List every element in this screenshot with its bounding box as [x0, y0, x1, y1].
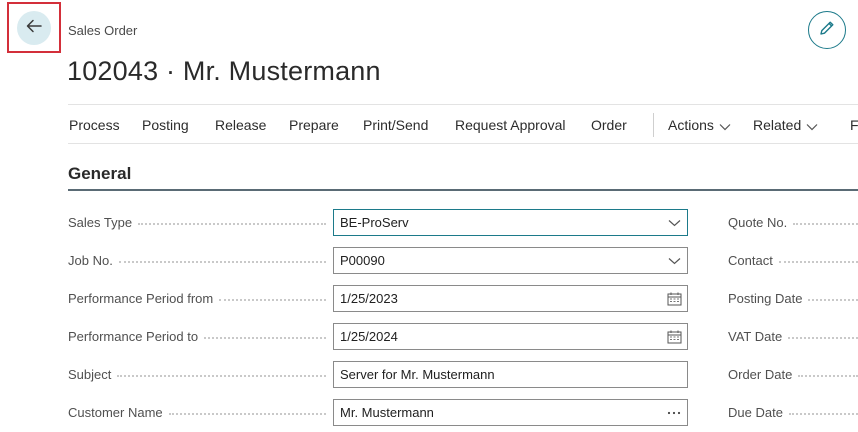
label-text: Customer Name: [68, 405, 163, 420]
label-dots: [798, 374, 858, 377]
edit-button[interactable]: [808, 11, 846, 49]
field-label-customer-name: Customer Name: [68, 405, 326, 420]
action-actions-menu[interactable]: Actions: [668, 117, 731, 134]
sales-type-dropdown[interactable]: BE-ProServ: [333, 209, 688, 236]
label-text: Sales Type: [68, 215, 133, 230]
performance-period-to-input[interactable]: 1/25/2024: [333, 323, 688, 350]
action-order[interactable]: Order: [591, 117, 627, 133]
field-label-posting-date: Posting Date: [728, 291, 858, 306]
back-button[interactable]: [17, 11, 51, 45]
label-text: Performance Period from: [68, 291, 214, 306]
label-dots: [793, 222, 858, 225]
field-label-performance-period-to: Performance Period to: [68, 329, 326, 344]
label-dots: [118, 260, 326, 263]
chevron-down-icon[interactable]: [661, 210, 687, 235]
related-label: Related: [753, 117, 802, 133]
label-text: Quote No.: [728, 215, 788, 230]
arrow-left-icon: [25, 17, 43, 40]
chevron-down-icon: [806, 118, 818, 134]
field-label-job-no: Job No.: [68, 253, 326, 268]
label-text: Order Date: [728, 367, 793, 382]
action-prepare[interactable]: Prepare: [289, 117, 339, 133]
label-dots: [808, 298, 858, 301]
page-caption: Sales Order: [68, 23, 138, 38]
label-text: Due Date: [728, 405, 783, 420]
action-more[interactable]: F: [850, 117, 858, 133]
calendar-icon[interactable]: [661, 324, 687, 349]
action-separator: [653, 113, 654, 137]
field-label-subject: Subject: [68, 367, 326, 382]
customer-name-value: Mr. Mustermann: [340, 405, 434, 420]
actions-label: Actions: [668, 117, 714, 133]
sales-type-value: BE-ProServ: [340, 215, 409, 230]
action-release[interactable]: Release: [215, 117, 266, 133]
subject-value: Server for Mr. Mustermann: [340, 367, 495, 382]
action-process[interactable]: Process: [69, 117, 120, 133]
action-related-menu[interactable]: Related: [753, 117, 818, 134]
page-title: 102043 · Mr. Mustermann: [67, 56, 381, 86]
label-dots: [788, 336, 858, 339]
performance-period-to-value: 1/25/2024: [340, 329, 398, 344]
section-divider: [68, 189, 858, 191]
field-label-performance-period-from: Performance Period from: [68, 291, 326, 306]
label-dots: [219, 298, 326, 301]
field-label-contact: Contact: [728, 253, 858, 268]
label-dots: [788, 412, 858, 415]
label-text: Subject: [68, 367, 112, 382]
label-text: VAT Date: [728, 329, 783, 344]
customer-name-input[interactable]: Mr. Mustermann: [333, 399, 688, 426]
label-dots: [138, 222, 326, 225]
performance-period-from-input[interactable]: 1/25/2023: [333, 285, 688, 312]
label-text: Job No.: [68, 253, 113, 268]
subject-input[interactable]: Server for Mr. Mustermann: [333, 361, 688, 388]
label-text: Posting Date: [728, 291, 803, 306]
chevron-down-icon: [719, 118, 731, 134]
field-label-order-date: Order Date: [728, 367, 858, 382]
pencil-icon: [818, 19, 836, 42]
job-no-dropdown[interactable]: P00090: [333, 247, 688, 274]
field-label-quote-no: Quote No.: [728, 215, 858, 230]
job-no-value: P00090: [340, 253, 385, 268]
field-label-due-date: Due Date: [728, 405, 858, 420]
label-dots: [204, 336, 326, 339]
chevron-down-icon[interactable]: [661, 248, 687, 273]
action-print-send[interactable]: Print/Send: [363, 117, 428, 133]
action-request-approval[interactable]: Request Approval: [455, 117, 566, 133]
ellipsis-icon[interactable]: [661, 400, 687, 425]
section-title-general[interactable]: General: [68, 164, 131, 184]
field-label-vat-date: VAT Date: [728, 329, 858, 344]
action-posting[interactable]: Posting: [142, 117, 189, 133]
field-label-sales-type: Sales Type: [68, 215, 326, 230]
label-dots: [168, 412, 326, 415]
calendar-icon[interactable]: [661, 286, 687, 311]
label-text: Contact: [728, 253, 773, 268]
label-dots: [778, 260, 858, 263]
label-dots: [117, 374, 326, 377]
action-bar: Process Posting Release Prepare Print/Se…: [68, 104, 858, 144]
label-text: Performance Period to: [68, 329, 199, 344]
performance-period-from-value: 1/25/2023: [340, 291, 398, 306]
